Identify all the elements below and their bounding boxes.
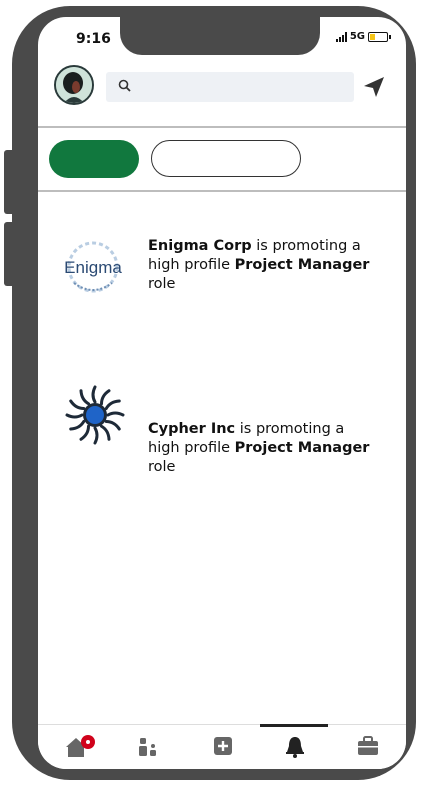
search-input[interactable] bbox=[140, 72, 344, 104]
notification-text: Enigma Corp is promoting a high profile … bbox=[148, 237, 378, 294]
tab-inactive[interactable] bbox=[151, 140, 301, 177]
send-icon[interactable] bbox=[363, 76, 385, 98]
people-icon[interactable] bbox=[136, 735, 160, 759]
bell-icon[interactable] bbox=[284, 735, 306, 759]
nav-active-indicator bbox=[260, 724, 328, 727]
role-name: Project Manager bbox=[234, 440, 370, 456]
network-label: 5G bbox=[349, 31, 365, 42]
battery-icon bbox=[368, 31, 391, 42]
role-name: Project Manager bbox=[234, 257, 370, 273]
briefcase-icon[interactable] bbox=[356, 735, 380, 757]
tabs-divider bbox=[38, 190, 406, 192]
header-divider bbox=[38, 126, 406, 128]
company-name: Cypher Inc bbox=[148, 421, 236, 437]
notification-end: role bbox=[148, 459, 176, 475]
side-button-volume-up bbox=[4, 150, 14, 214]
home-icon[interactable] bbox=[64, 735, 96, 759]
enigma-logo-text: Enigma bbox=[64, 258, 122, 277]
notch bbox=[120, 17, 320, 55]
signal-icon bbox=[335, 31, 347, 42]
company-name: Enigma Corp bbox=[148, 238, 252, 254]
notification-end: role bbox=[148, 276, 176, 292]
status-time: 9:16 bbox=[76, 31, 111, 47]
add-icon[interactable] bbox=[212, 735, 234, 757]
status-indicators: 5G bbox=[335, 31, 391, 42]
search-icon bbox=[118, 79, 131, 92]
screen: 9:16 5G Enigma Enigma Corp is promoting … bbox=[38, 17, 406, 769]
avatar[interactable] bbox=[54, 65, 94, 105]
cypher-logo bbox=[65, 385, 125, 445]
enigma-logo: Enigma bbox=[64, 241, 122, 293]
tab-active[interactable] bbox=[49, 140, 139, 178]
side-button-volume-down bbox=[4, 222, 14, 286]
notification-text: Cypher Inc is promoting a high profile P… bbox=[148, 420, 378, 477]
search-bar[interactable] bbox=[106, 72, 354, 104]
bottom-nav bbox=[38, 724, 406, 769]
